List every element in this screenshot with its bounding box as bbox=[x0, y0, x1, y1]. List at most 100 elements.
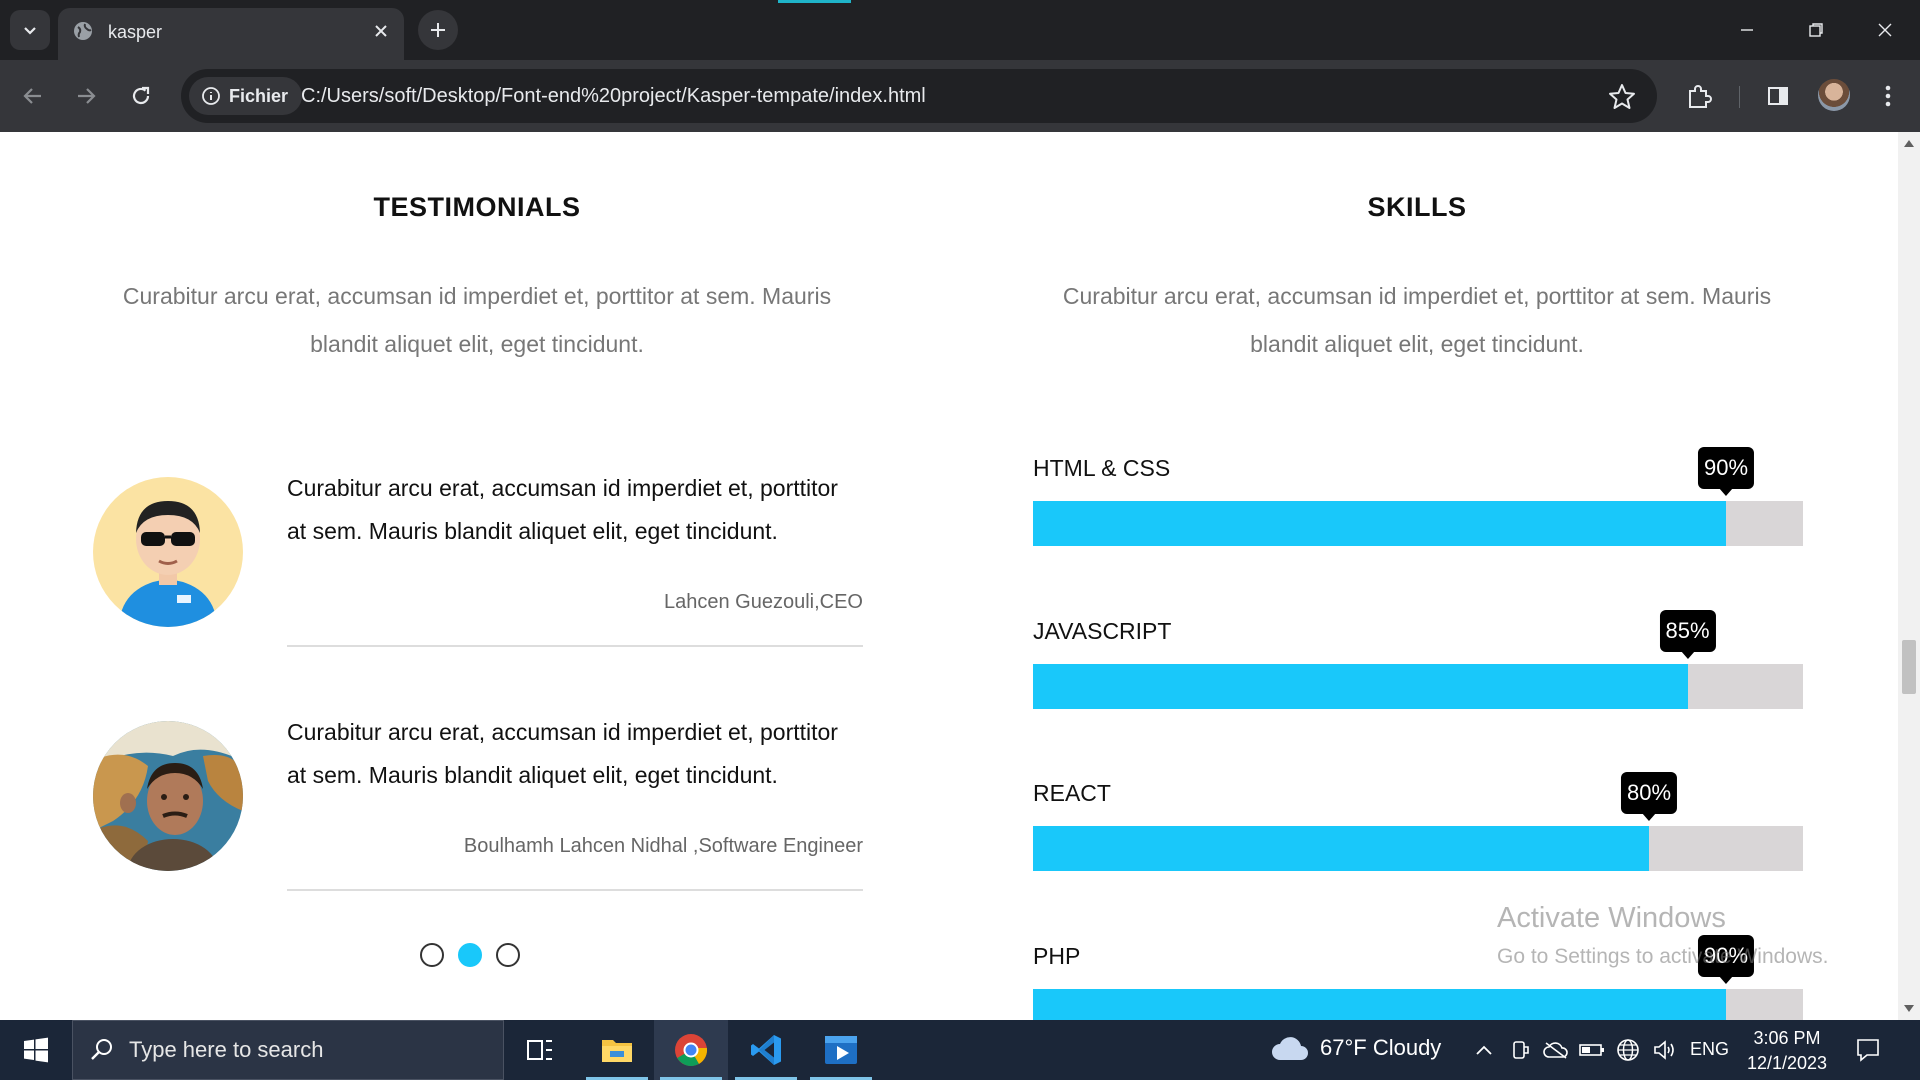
side-panel-icon bbox=[1768, 87, 1788, 105]
tab-indicator bbox=[778, 0, 851, 3]
profile-avatar[interactable] bbox=[1818, 79, 1850, 111]
meet-now-tray[interactable] bbox=[1506, 1036, 1534, 1064]
testimonial-text: Curabitur arcu erat, accumsan id imperdi… bbox=[287, 475, 838, 544]
skill-item: PHP 90% bbox=[1033, 935, 1803, 1020]
skill-percent-badge: 90% bbox=[1697, 447, 1755, 489]
skill-name: JAVASCRIPT bbox=[1033, 618, 1172, 644]
carousel-dot[interactable] bbox=[458, 943, 482, 967]
scroll-thumb[interactable] bbox=[1902, 640, 1916, 694]
skill-progress-bar: 80% bbox=[1033, 772, 1803, 871]
reload-button[interactable] bbox=[121, 76, 161, 116]
skill-percent-badge: 90% bbox=[1697, 935, 1755, 977]
vscode-app[interactable] bbox=[729, 1020, 803, 1080]
arrow-right-icon bbox=[78, 88, 96, 104]
restore-button[interactable] bbox=[1793, 8, 1839, 52]
input-language[interactable]: ENG bbox=[1690, 1039, 1729, 1060]
chevron-down-icon bbox=[24, 27, 36, 35]
minimize-button[interactable] bbox=[1724, 8, 1770, 52]
carousel-dots bbox=[420, 943, 520, 967]
url-text[interactable]: C:/Users/soft/Desktop/Font-end%20project… bbox=[301, 85, 926, 108]
close-window-button[interactable] bbox=[1862, 8, 1908, 52]
carousel-dot[interactable] bbox=[496, 943, 520, 967]
more-vertical-icon bbox=[1885, 85, 1891, 107]
avatar bbox=[93, 721, 243, 871]
onedrive-tray[interactable] bbox=[1542, 1036, 1570, 1064]
skills-description: Curabitur arcu erat, accumsan id imperdi… bbox=[1062, 283, 1772, 357]
chevron-up-icon bbox=[1476, 1045, 1492, 1055]
cloud-icon bbox=[1272, 1037, 1308, 1060]
browser-menu-button[interactable] bbox=[1872, 80, 1904, 112]
vscode-icon bbox=[751, 1035, 781, 1065]
chrome-icon bbox=[675, 1034, 708, 1067]
taskbar-search[interactable]: Type here to search bbox=[72, 1020, 504, 1080]
notification-center-button[interactable] bbox=[1852, 1034, 1884, 1066]
folder-icon bbox=[602, 1040, 632, 1062]
task-view-button[interactable] bbox=[503, 1020, 577, 1080]
skill-progress-bar: 85% bbox=[1033, 610, 1803, 709]
skill-name: PHP bbox=[1033, 943, 1081, 969]
search-icon bbox=[91, 1039, 112, 1060]
forward-button[interactable] bbox=[66, 76, 106, 116]
chrome-app[interactable] bbox=[654, 1020, 728, 1080]
arrow-left-icon bbox=[23, 88, 41, 104]
reload-icon bbox=[132, 86, 150, 105]
new-tab-button[interactable] bbox=[418, 10, 458, 50]
battery-icon bbox=[1579, 1044, 1604, 1056]
clock-time: 3:06 PM bbox=[1753, 1028, 1821, 1048]
skill-item: JAVASCRIPT 85% bbox=[1033, 610, 1803, 728]
browser-toolbar: Fichier C:/Users/soft/Desktop/Font-end%2… bbox=[0, 60, 1920, 132]
page-viewport: TESTIMONIALS Curabitur arcu erat, accums… bbox=[0, 132, 1898, 1020]
restore-icon bbox=[1809, 23, 1823, 37]
carousel-dot[interactable] bbox=[420, 943, 444, 967]
minimize-icon bbox=[1741, 29, 1753, 31]
skill-progress-fill bbox=[1033, 501, 1726, 546]
skills-title: SKILLS bbox=[1367, 192, 1467, 222]
skill-name: HTML & CSS bbox=[1033, 455, 1171, 481]
avatar bbox=[93, 477, 243, 627]
star-icon[interactable] bbox=[1607, 82, 1637, 112]
plus-icon bbox=[431, 23, 445, 37]
tab-close-icon[interactable] bbox=[368, 18, 394, 44]
volume-tray[interactable] bbox=[1650, 1036, 1678, 1064]
task-view-icon bbox=[527, 1040, 552, 1060]
skill-item: HTML & CSS 90% bbox=[1033, 447, 1803, 565]
network-tray[interactable] bbox=[1614, 1036, 1642, 1064]
tab-search-button[interactable] bbox=[10, 10, 50, 50]
taskbar-clock[interactable]: 3:06 PM 12/1/2023 bbox=[1742, 1026, 1832, 1076]
skill-percent-badge: 80% bbox=[1620, 772, 1678, 814]
close-icon bbox=[1878, 23, 1892, 37]
divider bbox=[287, 889, 863, 891]
testimonials-title: TESTIMONIALS bbox=[373, 192, 581, 222]
side-panel-button[interactable] bbox=[1762, 80, 1794, 112]
extensions-button[interactable] bbox=[1683, 80, 1715, 112]
weather-widget[interactable]: 67°F Cloudy bbox=[1270, 1034, 1441, 1062]
skill-name: REACT bbox=[1033, 780, 1111, 806]
start-button[interactable] bbox=[0, 1020, 72, 1080]
page-scrollbar[interactable] bbox=[1898, 132, 1920, 1020]
site-chip-label: Fichier bbox=[229, 85, 289, 106]
battery-tray[interactable] bbox=[1578, 1036, 1606, 1064]
skill-item: REACT 80% bbox=[1033, 772, 1803, 890]
globe-icon bbox=[74, 22, 92, 40]
speaker-icon bbox=[1654, 1040, 1674, 1060]
skill-progress-fill bbox=[1033, 664, 1688, 709]
skill-progress-bar: 90% bbox=[1033, 447, 1803, 546]
onedrive-offline-icon bbox=[1543, 1042, 1568, 1059]
media-app[interactable] bbox=[804, 1020, 878, 1080]
globe-network-icon bbox=[1617, 1039, 1639, 1061]
address-bar[interactable]: Fichier C:/Users/soft/Desktop/Font-end%2… bbox=[181, 69, 1657, 123]
info-icon bbox=[202, 87, 220, 105]
skill-percent-badge: 85% bbox=[1659, 610, 1716, 652]
scroll-down-arrow[interactable] bbox=[1904, 1005, 1914, 1012]
testimonial-author: Lahcen Guezouli,CEO bbox=[663, 591, 863, 613]
back-button[interactable] bbox=[13, 76, 53, 116]
browser-tabbar: kasper bbox=[0, 0, 1920, 60]
file-explorer-app[interactable] bbox=[580, 1020, 654, 1080]
puzzle-icon bbox=[1689, 85, 1712, 108]
site-info-chip[interactable]: Fichier bbox=[189, 77, 303, 115]
tab-title: kasper bbox=[108, 22, 163, 42]
scroll-up-arrow[interactable] bbox=[1904, 140, 1914, 147]
search-placeholder: Type here to search bbox=[129, 1037, 324, 1062]
show-hidden-icons-button[interactable] bbox=[1470, 1036, 1498, 1064]
browser-tab[interactable]: kasper bbox=[58, 8, 404, 60]
